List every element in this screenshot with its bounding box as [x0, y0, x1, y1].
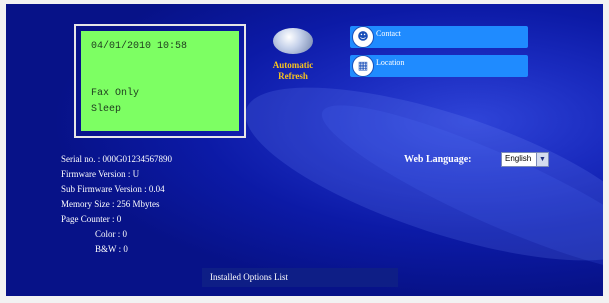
page-counter: Page Counter : 0: [61, 214, 122, 224]
web-language-label: Web Language:: [404, 154, 472, 165]
refresh-icon[interactable]: [273, 28, 313, 54]
automatic-refresh-link[interactable]: Automatic Refresh: [260, 60, 326, 82]
installed-options-list[interactable]: Installed Options List: [202, 268, 398, 287]
contact-label: Contact: [376, 29, 401, 38]
device-info: Serial no. : 000G01234567890 Firmware Ve…: [61, 152, 172, 257]
contact-person-icon: ☻: [352, 26, 374, 48]
chevron-down-icon[interactable]: ▼: [536, 153, 548, 166]
sub-firmware-version: Sub Firmware Version : 0.04: [61, 184, 165, 194]
web-language-select[interactable]: English ▼: [501, 152, 549, 167]
lcd-display: 04/01/2010 10:58 Fax Only Sleep: [81, 31, 239, 131]
refresh-label-line1: Automatic: [272, 60, 314, 70]
location-building-icon: ▦: [352, 55, 374, 77]
firmware-version: Firmware Version : U: [61, 169, 140, 179]
refresh-label-line2: Refresh: [278, 71, 308, 81]
location-button[interactable]: ▦ Location: [350, 55, 528, 77]
memory-size: Memory Size : 256 Mbytes: [61, 199, 160, 209]
contact-button[interactable]: ☻ Contact: [350, 26, 528, 48]
color-counter: Color : 0: [95, 229, 128, 239]
page-frame: 04/01/2010 10:58 Fax Only Sleep Automati…: [0, 0, 609, 303]
serial-number: Serial no. : 000G01234567890: [61, 154, 172, 164]
lcd-mode: Fax Only: [91, 88, 140, 99]
status-panel: 04/01/2010 10:58 Fax Only Sleep Automati…: [6, 4, 603, 296]
bw-counter: B&W : 0: [95, 244, 128, 254]
web-language-value: English: [505, 154, 532, 163]
location-label: Location: [376, 58, 405, 67]
lcd-datetime: 04/01/2010 10:58: [91, 41, 188, 52]
lcd-display-frame: 04/01/2010 10:58 Fax Only Sleep: [74, 24, 246, 138]
lcd-status: Sleep: [91, 104, 122, 115]
